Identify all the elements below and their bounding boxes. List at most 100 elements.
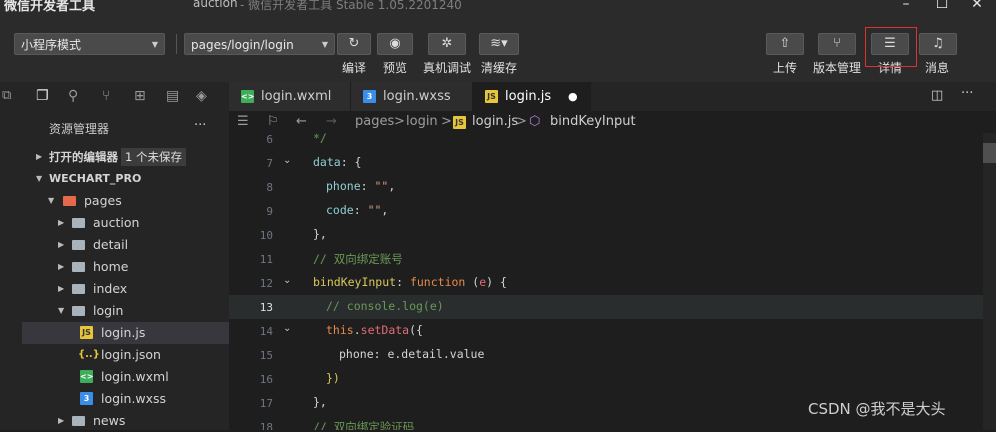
tree-item-label: auction [93, 215, 140, 230]
breadcrumb-file[interactable]: login.js [472, 111, 518, 133]
chevron-down-icon: ▼ [58, 306, 65, 315]
line-number: 10 [259, 229, 273, 242]
docker-icon[interactable]: ◈ [196, 88, 207, 104]
line-number: 11 [259, 253, 273, 266]
tree-item-auction[interactable]: ▶ auction [22, 212, 229, 234]
scrollbar-thumb[interactable] [983, 143, 996, 163]
json-file-icon: {..} [78, 349, 100, 360]
fold-chevron-icon[interactable]: ⌄ [283, 155, 291, 166]
minimize-button[interactable]: – [897, 0, 915, 12]
chevron-down-icon: ▼ [321, 40, 328, 49]
page-select[interactable]: pages/login/login ▼ [184, 33, 335, 55]
eye-icon: ◉ [389, 36, 401, 51]
app-title: 微信开发者工具 [4, 0, 96, 14]
more-actions-icon[interactable]: ··· [961, 86, 973, 101]
compile-button[interactable]: ↻ [337, 33, 371, 55]
app-version: - 微信开发者工具 Stable 1.05.2201240 [240, 0, 462, 12]
js-file-icon: JS [485, 90, 498, 103]
tree-item-label: login.wxml [101, 369, 169, 384]
folder-icon [72, 284, 85, 294]
tab-label: login.js [505, 89, 552, 104]
breadcrumb-symbol[interactable]: bindKeyInput [550, 111, 636, 133]
explorer-more-button[interactable]: ··· [194, 118, 206, 133]
files-icon[interactable]: ❐ [36, 88, 49, 104]
wxss-file-icon: 3 [80, 392, 93, 405]
details-highlight-box [865, 27, 917, 67]
messages-label: 消息 [924, 61, 949, 75]
breadcrumb-pages[interactable]: pages [355, 111, 394, 133]
tree-item-label: home [93, 259, 129, 274]
breadcrumb-separator: > [516, 114, 527, 129]
project-root-label: WECHART_PRO [49, 172, 142, 185]
search-icon[interactable]: ⚲ [68, 88, 78, 104]
wxml-file-icon: <> [80, 370, 94, 383]
clear-cache-button[interactable]: ≋▾ [479, 33, 519, 55]
code-line: data: { [313, 155, 362, 169]
unsaved-dot-icon[interactable]: ● [568, 82, 578, 111]
refresh-icon: ↻ [348, 36, 360, 51]
code-line: bindKeyInput: function (e) { [313, 275, 507, 289]
clear-cache-label: 清缓存 [480, 61, 517, 75]
real-debug-label: 真机调试 [422, 61, 471, 75]
messages-button[interactable]: ♫ [919, 33, 957, 55]
bookmark-icon[interactable]: ⚐ [267, 111, 279, 133]
copy-icon[interactable]: ⧉ [2, 88, 11, 103]
split-editor-icon[interactable]: ◫ [931, 88, 943, 103]
panel-icon[interactable]: ▤ [166, 88, 179, 104]
preview-label: 预览 [382, 61, 407, 75]
upload-button[interactable]: ⇧ [766, 33, 804, 55]
breadcrumb-login[interactable]: login [406, 111, 438, 133]
tree-item-detail[interactable]: ▶ detail [22, 234, 229, 256]
tab-login-js[interactable]: JS login.js ● [473, 82, 591, 111]
tree-item-login[interactable]: ▼ login [22, 300, 229, 322]
line-number: 6 [266, 133, 273, 146]
mode-select-value: 小程序模式 [21, 38, 82, 52]
tab-label: login.wxml [261, 89, 332, 104]
preview-button[interactable]: ◉ [377, 33, 413, 55]
tree-item-index[interactable]: ▶ index [22, 278, 229, 300]
chevron-right-icon: ▶ [58, 240, 65, 249]
tree-item-login-js[interactable]: JS login.js [22, 322, 229, 344]
close-button[interactable]: ✕ [968, 0, 986, 12]
folder-icon [72, 262, 85, 272]
fold-chevron-icon[interactable]: ⌄ [283, 275, 291, 286]
bell-icon: ♫ [932, 36, 944, 51]
line-number: 9 [266, 205, 273, 218]
project-root-section[interactable]: ▼ WECHART_PRO [22, 168, 229, 190]
tree-item-login-wxss[interactable]: 3 login.wxss [22, 388, 229, 410]
source-control-icon[interactable]: ⑂ [102, 88, 110, 104]
folder-icon [72, 416, 85, 426]
main-toolbar: 小程序模式 ▼ pages/login/login ▼ ↻ 编译 ◉ 预览 ✲ … [0, 16, 996, 83]
sidebar-icon-row: ❐ ⚲ ⑂ ⊞ ▤ ◈ [22, 82, 229, 110]
back-arrow-icon[interactable]: ← [296, 111, 307, 133]
scrollbar[interactable] [983, 133, 996, 430]
tree-item-news[interactable]: ▶ news [22, 410, 229, 432]
tab-login-wxml[interactable]: <> login.wxml [229, 82, 351, 111]
editor-tabs: <> login.wxml 3 login.wxss JS login.js ●… [229, 82, 996, 111]
tree-item-pages[interactable]: ▼ pages [22, 190, 229, 212]
line-number: 7 [266, 157, 273, 170]
folder-open-icon [63, 196, 76, 206]
code-line: }, [313, 395, 327, 409]
extensions-icon[interactable]: ⊞ [134, 88, 146, 104]
folder-icon [72, 240, 85, 250]
mode-select[interactable]: 小程序模式 ▼ [14, 33, 165, 55]
maximize-button[interactable]: ☐ [933, 0, 951, 12]
code-editor[interactable]: 6 7 8 9 10 11 12 13 14 15 16 17 18 ⌄ ⌄ ⌄… [229, 133, 996, 430]
unsaved-badge: 1 个未保存 [121, 148, 186, 166]
fold-chevron-icon[interactable]: ⌄ [283, 323, 291, 334]
tree-item-home[interactable]: ▶ home [22, 256, 229, 278]
js-file-icon: JS [80, 326, 93, 339]
list-icon[interactable]: ☰ [237, 111, 249, 133]
version-button[interactable]: ⑂ [818, 33, 856, 55]
tab-login-wxss[interactable]: 3 login.wxss [351, 82, 473, 111]
forward-arrow-icon[interactable]: → [326, 111, 337, 133]
tree-item-label: detail [93, 237, 129, 252]
chevron-down-icon: ▼ [48, 196, 55, 205]
tree-item-login-wxml[interactable]: <> login.wxml [22, 366, 229, 388]
tree-item-login-json[interactable]: {..} login.json [22, 344, 229, 366]
line-number: 18 [259, 421, 273, 430]
cube-icon: ⬡ [529, 114, 541, 129]
real-debug-button[interactable]: ✲ [428, 33, 466, 55]
open-editors-section[interactable]: ▶ 打开的编辑器 1 个未保存 [22, 146, 229, 168]
